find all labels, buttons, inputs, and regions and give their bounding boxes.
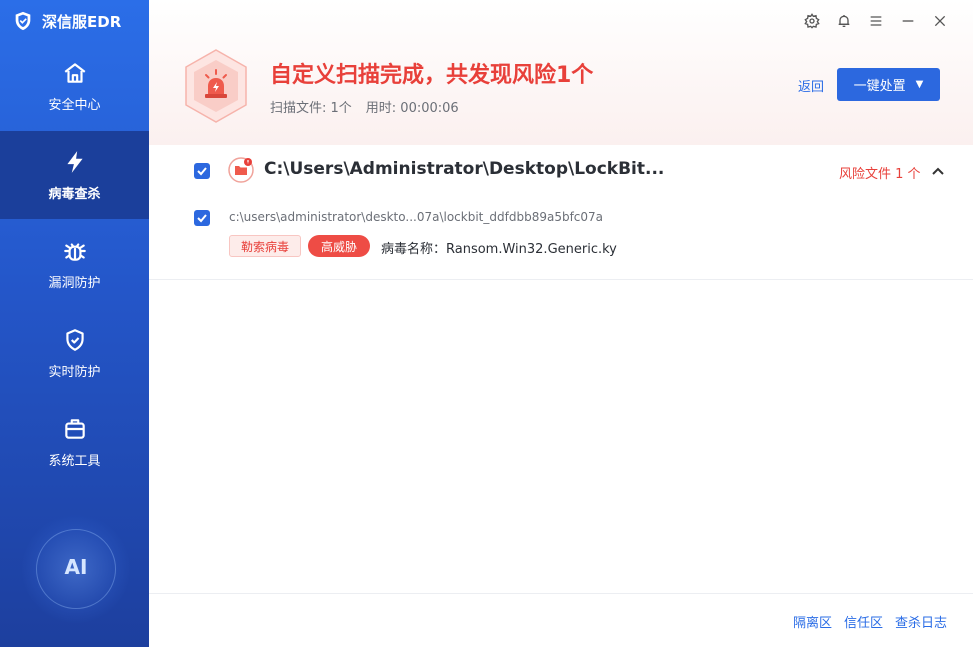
- window-controls: [803, 12, 949, 30]
- virus-name: 病毒名称：Ransom.Win32.Generic.ky: [381, 242, 617, 257]
- scan-log-link[interactable]: 查杀日志: [895, 612, 947, 631]
- close-icon[interactable]: [931, 12, 949, 30]
- risk-file-row: c:\users\administrator\deskto...07a\lock…: [149, 200, 973, 280]
- menu-icon[interactable]: [867, 12, 885, 30]
- ai-label: AI: [64, 555, 88, 579]
- minimize-icon[interactable]: [899, 12, 917, 30]
- sidebar-item-label: 系统工具: [48, 453, 101, 469]
- shield-logo-icon: [15, 11, 31, 31]
- threat-level-badge: 高威胁: [308, 235, 370, 257]
- result-group-header: C:\Users\Administrator\Desktop\LockBit..…: [149, 150, 973, 192]
- bug-icon: [63, 242, 86, 261]
- sidebar-item-vulnerability[interactable]: 漏洞防护: [0, 220, 149, 308]
- group-checkbox[interactable]: [194, 163, 210, 179]
- footer: 隔离区 信任区 查杀日志: [149, 593, 973, 647]
- sidebar-item-realtime[interactable]: 实时防护: [0, 309, 149, 397]
- sidebar-item-security-center[interactable]: 安全中心: [0, 42, 149, 130]
- lightning-icon: [66, 150, 83, 173]
- shield-check-icon: [65, 328, 84, 351]
- footer-links: 隔离区 信任区 查杀日志: [793, 612, 947, 631]
- quarantine-link[interactable]: 隔离区: [793, 612, 832, 631]
- sidebar-item-virus-scan[interactable]: 病毒查杀: [0, 131, 149, 219]
- settings-icon[interactable]: [803, 12, 821, 30]
- home-icon: [64, 62, 85, 83]
- group-path: C:\Users\Administrator\Desktop\LockBit..…: [264, 159, 665, 179]
- brand: 深信服EDR: [0, 0, 149, 42]
- sidebar-item-label: 病毒查杀: [48, 186, 101, 202]
- ai-badge: AI: [22, 515, 130, 623]
- bell-icon[interactable]: [835, 12, 853, 30]
- caret-down-icon: ▼: [915, 79, 924, 90]
- file-path: c:\users\administrator\deskto...07a\lock…: [229, 210, 604, 224]
- trust-zone-link[interactable]: 信任区: [844, 612, 883, 631]
- threat-type-tag: 勒索病毒: [229, 235, 301, 257]
- scan-duration: 用时: 00:00:06: [365, 101, 459, 116]
- sidebar-item-tools[interactable]: 系统工具: [0, 398, 149, 486]
- toolbox-icon: [64, 418, 85, 439]
- sidebar-item-label: 漏洞防护: [48, 275, 101, 291]
- sidebar-item-label: 实时防护: [48, 364, 101, 380]
- file-checkbox[interactable]: [194, 210, 210, 226]
- folder-alert-icon: [228, 157, 254, 183]
- chevron-up-icon[interactable]: [929, 162, 947, 180]
- sidebar: 深信服EDR 安全中心 病毒查杀 漏洞防护 实时防护 系统工具 AI: [0, 0, 149, 647]
- action-button-label: 一键处置: [853, 79, 906, 94]
- one-click-action-button[interactable]: 一键处置 ▼: [837, 68, 940, 101]
- scanned-files-count: 扫描文件: 1个: [270, 101, 352, 116]
- app-name: 深信服EDR: [42, 12, 122, 31]
- page-title: 自定义扫描完成，共发现风险1个: [270, 63, 594, 88]
- scan-summary: 扫描文件: 1个 用时: 00:00:06: [270, 97, 459, 116]
- alarm-icon: [185, 49, 247, 123]
- risk-file-count: 风险文件 1 个: [839, 167, 921, 182]
- sidebar-item-label: 安全中心: [48, 97, 101, 113]
- back-link[interactable]: 返回: [798, 76, 824, 95]
